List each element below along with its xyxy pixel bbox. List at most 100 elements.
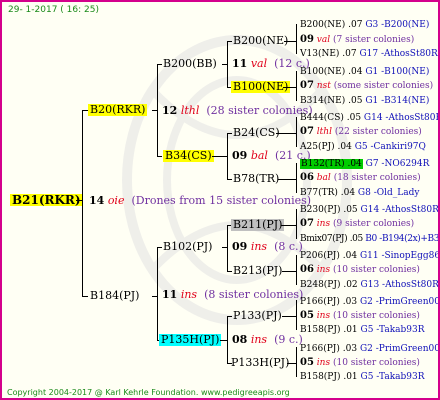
connector [284,41,297,42]
g3-node[interactable]: B211(PJ) [231,219,285,231]
g4-sire[interactable]: P166(PJ) .03 [300,297,357,307]
g4-mating-line: 05 ins (10 sister colonies) [300,310,420,322]
connector [287,363,297,364]
g1-bottom-gen-code: ins [180,288,198,301]
g4-gen-code: ins [316,358,331,368]
g1-top-node[interactable]: B20(RKR) [88,104,148,116]
root-gen-code: oie [107,194,125,207]
g3-node[interactable]: B200(NE) [233,35,288,47]
root-mating-line: 14 oie (Drones from 15 sister colonies) [89,195,311,207]
g4-mating-line: 06 bal (18 sister colonies) [300,172,421,184]
g4-gen-code: ins [316,311,331,321]
g2-b-gen-code: bal [250,149,268,162]
g2-c-node[interactable]: B102(PJ) [163,241,212,253]
g2-d-node[interactable]: P135H(PJ) [159,334,222,346]
g4-mating-line: 07 nst (some sister colonies) [300,80,433,92]
g4-note: (22 sister colonies) [334,127,422,137]
root-node[interactable]: B21(RKR) [10,194,83,206]
g4-dam[interactable]: B77(TR) .04 [300,188,355,198]
g1-bottom-gen: 11 [162,288,178,301]
g4-dam[interactable]: B314(NE) .05 [300,96,362,106]
g3-node[interactable]: B213(PJ) [233,265,282,277]
g4-dam-line: B248(PJ) .02 G13 -AthosSt80R [300,279,439,291]
connector [157,247,162,248]
g4-sire[interactable]: B200(NE) .07 [300,20,362,30]
g4-gen-code: lthl [316,127,332,137]
g4-gen: 06 [300,264,314,275]
g4-dam[interactable]: B248(PJ) .02 [300,280,358,290]
connector [296,117,297,147]
connector [76,200,83,201]
connector [82,296,88,297]
connector [282,271,297,272]
g4-sire[interactable]: P206(PJ) .04 [300,251,357,261]
connector [157,247,158,340]
g4-gen-code: bal [316,173,331,183]
connector [296,209,297,239]
g4-dam[interactable]: Bmix07(PJ) .05 [300,234,363,244]
g4-dam-tail: G13 -AthosSt80R [360,280,439,290]
pedigree-frame: 29- 1-2017 ( 16: 25) B21(RKR) 14 oie (Dr… [0,0,440,400]
g4-sire-tail: G3 -B200(NE) [365,20,430,30]
g3-node[interactable]: B100(NE) [231,81,291,93]
connector [296,163,297,193]
g2-b-node[interactable]: B34(CS) [163,150,214,162]
connector [296,300,297,330]
g4-note: (10 sister colonies) [332,265,420,275]
g4-dam-line: V13(NE) .07 G17 -AthosSt80R [300,48,438,60]
connector [212,156,228,157]
connector [157,156,162,157]
g3-node[interactable]: P133H(PJ) [231,357,289,369]
g4-note: (7 sister colonies) [333,35,415,45]
g3-node[interactable]: B24(CS) [233,127,280,139]
g4-dam-tail: G5 -Cankiri97Q [354,142,426,152]
g1-top-note: (28 sister colonies) [206,104,313,117]
g1-bottom-note: (8 sister colonies) [204,288,304,301]
g2-b-gen: 09 [232,149,248,162]
connector [227,271,232,272]
g4-sire-line: B200(NE) .07 G3 -B200(NE) [300,19,429,31]
connector [276,133,297,134]
g2-c-gen: 09 [232,240,248,253]
g2-d-gen-code: ins [250,333,268,346]
g3-node[interactable]: B78(TR) [233,173,279,185]
g4-dam-tail: B0 -B194(2x)+B3 [365,234,440,244]
g4-sire-line: P166(PJ) .03 G2 -PrimGreen00 [300,343,438,355]
g4-sire[interactable]: B100(NE) .04 [300,67,362,77]
g4-dam[interactable]: A25(PJ) .04 [300,142,352,152]
g4-sire[interactable]: B132(TR) .04 [300,159,363,169]
g4-sire-tail: G7 -NO6294R [365,159,430,169]
g4-sire[interactable]: B230(PJ) .05 [300,205,358,215]
g4-dam[interactable]: B158(PJ) .01 [300,325,358,335]
g1-bottom-node[interactable]: B184(PJ) [90,290,139,302]
connector [157,64,162,65]
connector [278,179,297,180]
g4-dam-tail: G8 -Old_Lady [357,188,420,198]
g4-sire-tail: G14 -AthosSt80R [363,113,440,123]
g3-node[interactable]: P133(PJ) [233,310,282,322]
g4-dam-tail: G17 -AthosSt80R [359,49,438,59]
g4-gen-code: nst [316,81,331,91]
g2-a-node[interactable]: B200(BB) [163,58,217,70]
g4-gen: 07 [300,80,314,91]
g1-bottom-mating-line: 11 ins (8 sister colonies) [162,289,303,301]
connector [152,110,158,111]
g4-dam-line: Bmix07(PJ) .05 B0 -B194(2x)+B3 [300,233,440,245]
connector [220,340,228,341]
g4-sire[interactable]: P166(PJ) .03 [300,344,357,354]
g4-sire[interactable]: B444(CS) .05 [300,113,361,123]
connector [227,133,232,134]
connector [227,179,232,180]
g4-dam-line: B314(NE) .05 G1 -B314(NE) [300,95,429,107]
g4-sire-tail: G1 -B100(NE) [365,67,430,77]
g2-d-note: (9 c.) [274,333,303,346]
g2-a-gen-code: val [250,57,268,70]
g4-dam[interactable]: B158(PJ) .01 [300,372,358,382]
g4-sire-tail: G11 -SinopEgg86R [359,251,440,261]
g2-c-gen-code: ins [250,240,268,253]
g4-note: (10 sister colonies) [332,311,420,321]
root-gen: 14 [89,194,105,207]
g4-dam[interactable]: V13(NE) .07 [300,49,357,59]
g4-sire-line: B230(PJ) .05 G14 -AthosSt80R [300,204,438,216]
g4-dam-tail: G5 -Takab93R [360,372,425,382]
